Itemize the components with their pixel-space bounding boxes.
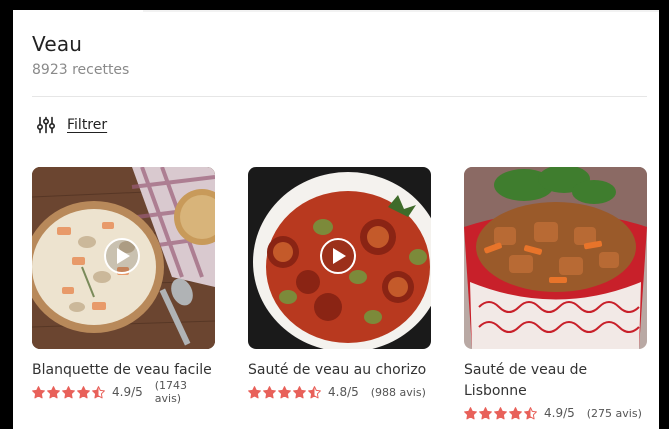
page-title: Veau xyxy=(32,32,83,56)
review-count: (988 avis) xyxy=(370,385,426,399)
star-full-icon xyxy=(62,385,75,398)
star-full-icon xyxy=(263,385,276,398)
header-divider xyxy=(32,96,647,97)
star-full-icon xyxy=(47,385,60,398)
star-rating xyxy=(248,385,323,399)
rating-value: 4.9/5 xyxy=(544,406,575,420)
rating: 4.9/5 (1743 avis) xyxy=(32,379,215,405)
star-full-icon xyxy=(293,385,306,398)
recipe-image[interactable] xyxy=(464,167,647,349)
star-rating xyxy=(32,385,107,399)
recipe-count: 8923 recettes xyxy=(32,62,130,78)
filter-label: Filtrer xyxy=(67,117,108,133)
star-full-icon xyxy=(77,385,90,398)
star-full-icon xyxy=(509,406,522,419)
sliders-icon xyxy=(36,116,56,134)
star-full-icon xyxy=(248,385,261,398)
star-full-icon xyxy=(494,406,507,419)
play-video-icon[interactable] xyxy=(320,238,356,274)
recipe-photo xyxy=(464,167,647,349)
star-full-icon xyxy=(32,385,45,398)
review-count: (1743 avis) xyxy=(154,379,188,405)
top-divider xyxy=(143,10,659,12)
rating: 4.9/5 (275 avis) xyxy=(464,405,647,421)
star-half-icon xyxy=(524,406,537,419)
star-half-icon xyxy=(308,385,321,398)
recipe-title[interactable]: Blanquette de veau facile xyxy=(32,360,215,381)
rating-value: 4.8/5 xyxy=(328,385,359,399)
star-half-icon xyxy=(92,385,105,398)
review-count: (275 avis) xyxy=(586,406,642,420)
recipe-image[interactable] xyxy=(248,167,431,349)
filter-button[interactable]: Filtrer xyxy=(36,114,108,136)
recipe-category-panel: Veau 8923 recettes Filtrer Blanquette de… xyxy=(13,10,659,429)
star-rating xyxy=(464,406,539,420)
recipe-title[interactable]: Sauté de veau au chorizo xyxy=(248,360,431,381)
recipe-card[interactable]: Sauté de veau de Lisbonne 4.9/5 (275 avi… xyxy=(464,167,647,421)
star-full-icon xyxy=(479,406,492,419)
recipe-card[interactable]: Blanquette de veau facile 4.9/5 (1743 av… xyxy=(32,167,215,405)
recipe-image[interactable] xyxy=(32,167,215,349)
recipe-title[interactable]: Sauté de veau de Lisbonne xyxy=(464,360,647,402)
recipe-card[interactable]: Sauté de veau au chorizo 4.8/5 (988 avis… xyxy=(248,167,431,400)
star-full-icon xyxy=(278,385,291,398)
rating-value: 4.9/5 xyxy=(112,385,143,399)
rating: 4.8/5 (988 avis) xyxy=(248,384,431,400)
play-video-icon[interactable] xyxy=(104,238,140,274)
star-full-icon xyxy=(464,406,477,419)
